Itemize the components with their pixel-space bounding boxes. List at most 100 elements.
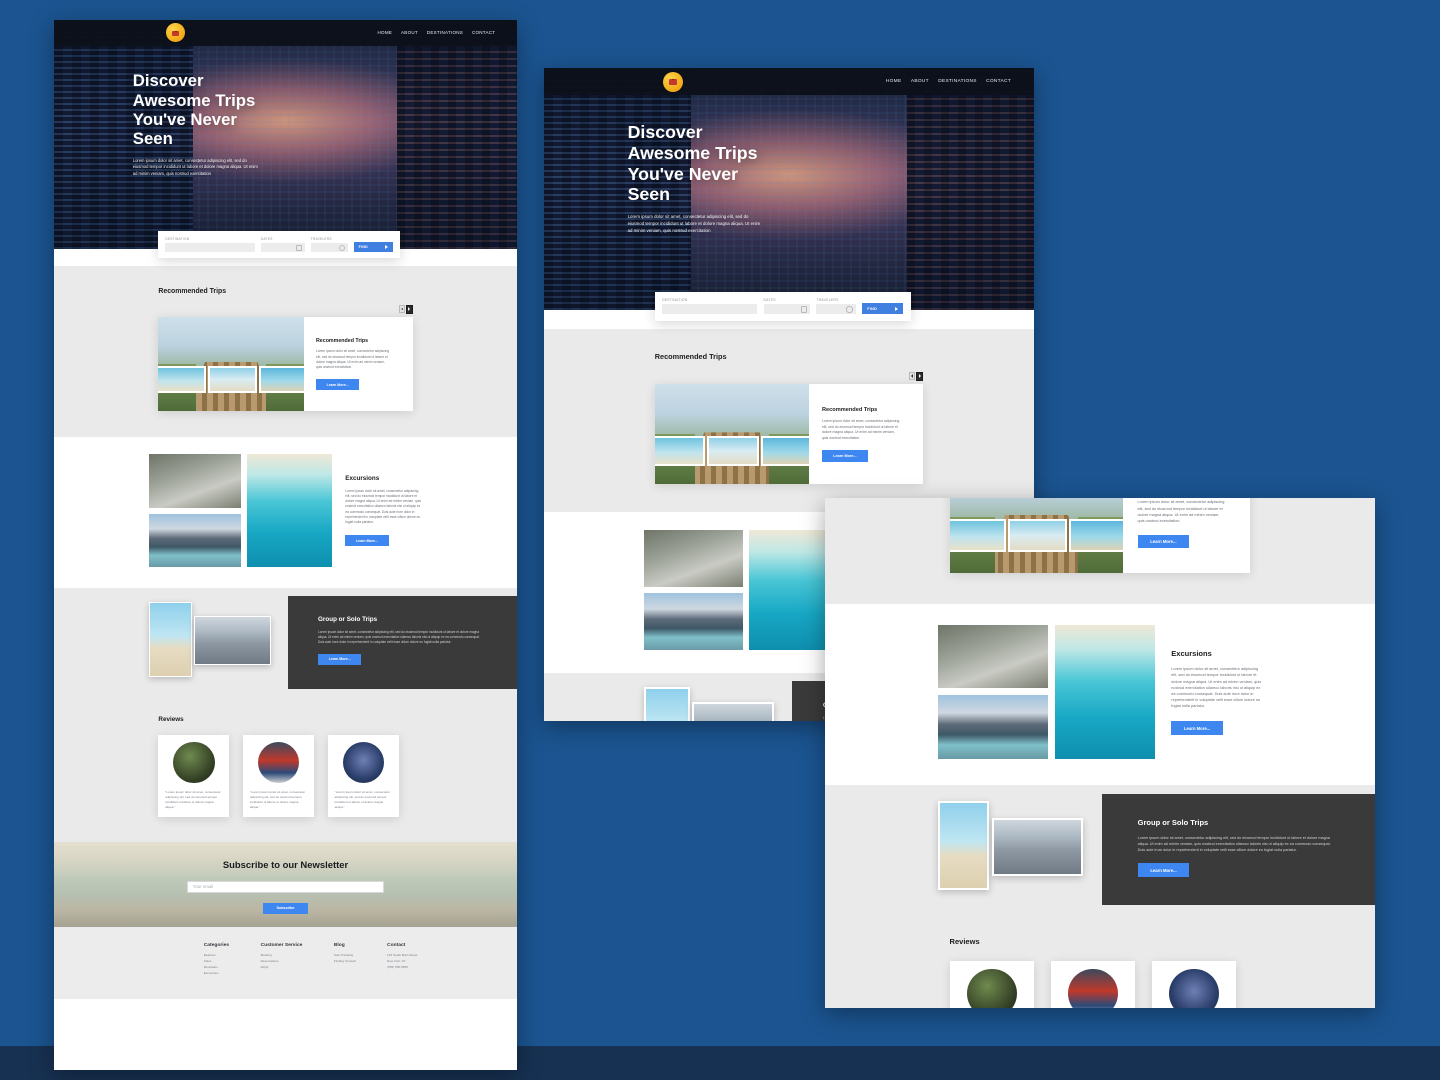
footer-link[interactable]: Mountains	[204, 965, 229, 969]
excursion-photo-road	[937, 624, 1049, 689]
excursions-text: Lorem ipsum dolor sit amet, consectetur …	[345, 488, 421, 525]
chevron-left-icon	[910, 373, 913, 378]
group-learn-more-button[interactable]: Learn More...	[318, 653, 362, 665]
newsletter-email-input[interactable]: Your email	[187, 880, 384, 893]
thumbnail-strip	[158, 365, 305, 394]
thumbnail-3[interactable]	[761, 436, 810, 466]
recommended-card-photo	[158, 316, 305, 412]
search-label-travelers: TRAVELERS	[310, 236, 332, 241]
footer-link[interactable]: FAQs	[261, 965, 303, 969]
group-photo-city	[692, 701, 774, 721]
recommended-card-title: Recommended Trips	[315, 337, 369, 344]
newsletter-subscribe-button[interactable]: Subscribe	[262, 902, 309, 915]
footer-link[interactable]: Booking	[261, 953, 303, 957]
nav-link-home[interactable]: HOME	[886, 79, 902, 84]
thumbnail-1[interactable]	[158, 365, 206, 394]
excursions-learn-more-button[interactable]: Learn More...	[345, 535, 389, 547]
footer-link[interactable]: Finding Yourself	[334, 959, 356, 963]
recommended-learn-more-button[interactable]: Learn More...	[315, 379, 360, 391]
nav-link-contact[interactable]: CONTACT	[986, 79, 1011, 84]
thumbnail-2[interactable]	[707, 436, 760, 466]
group-section: Group or Solo Trips Lorem ipsum dolor sit…	[54, 588, 517, 695]
mockup-stage: HOME ABOUT DESTINATIONS CONTACT Discover Awe…	[0, 0, 1440, 1080]
thumbnail-2[interactable]	[1008, 519, 1068, 553]
reviewer-avatar-1	[967, 968, 1017, 1008]
reviews-section: Reviews "Lorem ipsum dolor sit amet, cons…	[54, 694, 517, 843]
recommended-section: Recommended TripsRecommended TripsLorem …	[825, 498, 1375, 604]
calendar-icon	[295, 244, 302, 251]
review-card: "Lorem ipsum dolor sit amet, consectetur…	[1050, 960, 1136, 1008]
search-input-dates[interactable]	[260, 243, 305, 253]
group-photo-palm	[644, 687, 691, 721]
find-button[interactable]: FIND	[861, 302, 904, 315]
search-input-destination[interactable]	[165, 243, 256, 253]
search-input-travelers[interactable]	[310, 243, 348, 253]
footer-link[interactable]: Beaches	[204, 953, 229, 957]
page-scroll-viewport: HOMEABOUTDESTINATIONSCONTACTDiscover Awe…	[825, 498, 1375, 1008]
hero-title: Discover Awesome Trips You've Never Seen	[628, 122, 764, 204]
thumbnail-3[interactable]	[258, 365, 305, 394]
chevron-right-icon	[918, 374, 921, 379]
find-button[interactable]: FIND	[353, 241, 393, 253]
hero-paragraph: Lorem ipsum dolor sit amet, consectetur …	[627, 214, 761, 233]
excursions-grid: Excursions Lorem ipsum dolor sit amet, co…	[148, 454, 423, 567]
excursions-section: Excursions Lorem ipsum dolor sit amet, co…	[825, 603, 1375, 785]
review-card: "Lorem ipsum dolor sit amet, consectetur…	[158, 735, 230, 817]
hero-section: HOME ABOUT DESTINATIONS CONTACT Discover Awe…	[54, 20, 517, 249]
recommended-card-text: Lorem ipsum dolor sit amet, consectetur …	[1137, 499, 1225, 524]
logo[interactable]	[166, 23, 185, 43]
recommended-card-text: Lorem ipsum dolor sit amet, consectetur …	[315, 349, 390, 369]
recommended-learn-more-button[interactable]: Learn More...	[821, 450, 868, 462]
carousel-prev-button[interactable]	[398, 304, 405, 313]
footer-link[interactable]: Reservations	[261, 959, 303, 963]
review-text: "Lorem ipsum dolor sit amet, consectetur…	[249, 790, 306, 809]
thumbnail-1[interactable]	[949, 519, 1006, 553]
play-arrow-icon	[895, 306, 899, 311]
reviewer-avatar-2	[1068, 968, 1118, 1008]
search-input-dates[interactable]	[763, 304, 811, 315]
search-label-destination: DESTINATION	[662, 297, 688, 302]
carousel-prev-button[interactable]	[908, 371, 915, 381]
recommended-learn-more-button[interactable]: Learn More...	[1137, 534, 1190, 549]
thumbnail-1[interactable]	[654, 436, 705, 466]
navbar: HOME ABOUT DESTINATIONS CONTACT	[54, 20, 517, 46]
footer-link[interactable]: Excursions	[204, 971, 229, 975]
excursions-learn-more-button[interactable]: Learn More...	[1171, 721, 1223, 735]
recommended-card: Recommended TripsLorem ipsum dolor sit a…	[949, 498, 1251, 574]
nav-link-about[interactable]: ABOUT	[401, 30, 418, 35]
search-field-dates: DATES	[763, 298, 811, 315]
search-input-travelers[interactable]	[816, 304, 856, 315]
hero-title-line-1: Discover Awesome Trips	[132, 71, 256, 110]
group-images	[148, 602, 271, 677]
nav-link-home[interactable]: HOME	[378, 30, 393, 35]
search-input-destination[interactable]	[662, 304, 758, 315]
footer-link[interactable]: (555) 555-5555	[387, 965, 417, 969]
thumbnail-2[interactable]	[207, 365, 257, 394]
logo[interactable]	[663, 71, 683, 92]
thumbnail-strip	[949, 519, 1124, 553]
nav-link-destinations[interactable]: DESTINATIONS	[938, 79, 977, 84]
footer-link[interactable]: 123 South Main Street	[387, 953, 417, 957]
group-images	[937, 801, 1084, 891]
recommended-card-text: Lorem ipsum dolor sit amet, consectetur …	[821, 418, 900, 440]
hero-copy: Discover Awesome Trips You've Never Seen L…	[54, 46, 261, 177]
review-card: "Lorem ipsum dolor sit amet, consectetur…	[327, 735, 399, 817]
recommended-card-body: Recommended TripsLorem ipsum dolor sit a…	[1123, 498, 1241, 573]
carousel-next-button[interactable]	[915, 371, 924, 382]
footer-link[interactable]: New York, NY	[387, 959, 417, 963]
recommended-section: Recommended Trips Recommended Trips Lorem …	[54, 266, 517, 437]
search-bar-wrapper: DESTINATION DATES TRAVELERS FIND	[54, 230, 517, 267]
excursions-section: Excursions Lorem ipsum dolor sit amet, co…	[54, 436, 517, 589]
recommended-card-photo	[949, 498, 1124, 574]
page-panel-back: HOME ABOUT DESTINATIONS CONTACT Discover Awe…	[54, 20, 517, 1070]
recommended-section-title: Recommended Trips	[158, 287, 227, 295]
footer-link[interactable]: Solo Traveling	[334, 953, 356, 957]
group-panel: Group or Solo Trips Lorem ipsum dolor sit…	[288, 596, 517, 689]
thumbnail-3[interactable]	[1069, 519, 1124, 553]
group-learn-more-button[interactable]: Learn More...	[1137, 863, 1190, 877]
nav-link-destinations[interactable]: DESTINATIONS	[427, 30, 463, 35]
nav-link-about[interactable]: ABOUT	[911, 79, 929, 84]
nav-link-contact[interactable]: CONTACT	[472, 30, 495, 35]
footer-link[interactable]: Cities	[204, 959, 229, 963]
carousel-next-button[interactable]	[405, 304, 413, 314]
